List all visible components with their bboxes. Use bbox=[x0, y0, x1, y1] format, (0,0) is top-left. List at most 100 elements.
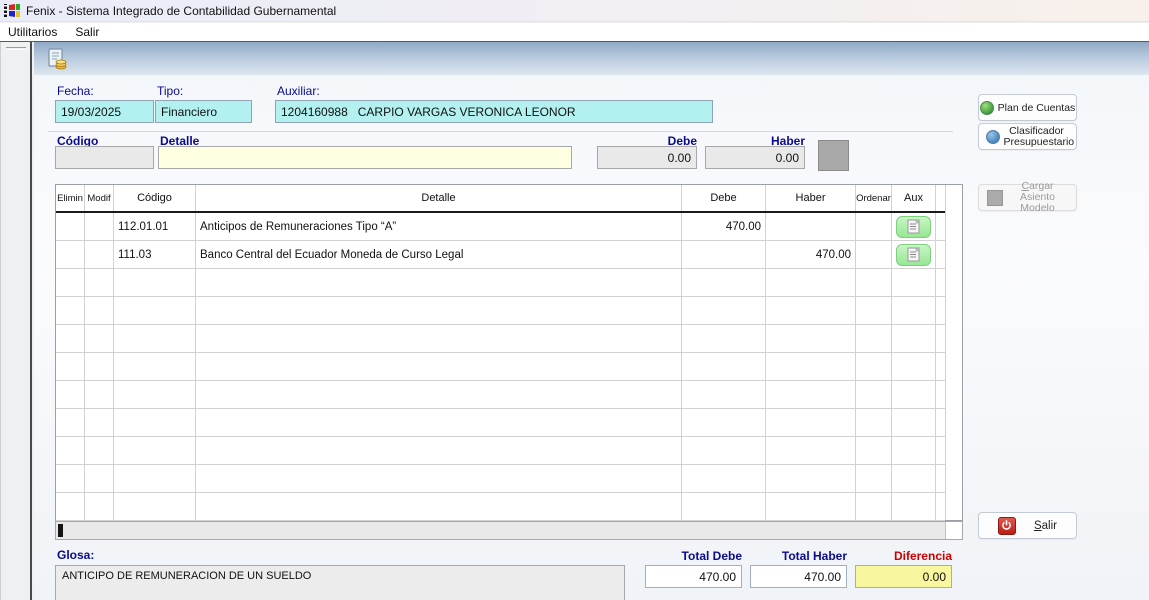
cell-ordenar[interactable] bbox=[856, 241, 892, 268]
clasificador-presupuestario-button[interactable]: Clasificador Presupuestario bbox=[978, 123, 1077, 150]
cell-haber[interactable] bbox=[766, 213, 856, 240]
table-row bbox=[56, 493, 945, 521]
cell-ordenar bbox=[856, 437, 892, 464]
cell-modif[interactable] bbox=[85, 213, 114, 240]
haber-input[interactable]: 0.00 bbox=[705, 146, 805, 169]
cell-pad[interactable] bbox=[936, 213, 945, 240]
table-row[interactable]: 112.01.01Anticipos de Remuneraciones Tip… bbox=[56, 213, 945, 241]
cell-detalle bbox=[196, 493, 682, 520]
blue-sphere-icon bbox=[986, 130, 1000, 144]
debe-input[interactable]: 0.00 bbox=[597, 146, 697, 169]
cell-pad[interactable] bbox=[936, 241, 945, 268]
grey-block-icon bbox=[987, 190, 1003, 206]
header-aux[interactable]: Aux bbox=[892, 185, 936, 211]
cell-ordenar bbox=[856, 325, 892, 352]
aux-detail-button[interactable] bbox=[896, 216, 931, 238]
cell-debe[interactable]: 470.00 bbox=[682, 213, 766, 240]
cell-pad bbox=[936, 353, 945, 380]
cell-debe bbox=[682, 409, 766, 436]
table-row[interactable]: 111.03Banco Central del Ecuador Moneda d… bbox=[56, 241, 945, 269]
cell-debe[interactable] bbox=[682, 241, 766, 268]
cell-elimin[interactable] bbox=[56, 241, 85, 268]
cell-detalle bbox=[196, 409, 682, 436]
menu-salir[interactable]: Salir bbox=[75, 25, 99, 39]
header-elimin[interactable]: Elimin bbox=[56, 185, 85, 211]
cell-modif bbox=[85, 297, 114, 324]
cell-aux[interactable] bbox=[892, 213, 936, 240]
app-body: Fecha: 19/03/2025 Tipo: Financiero Auxil… bbox=[0, 41, 1149, 600]
cell-haber bbox=[766, 381, 856, 408]
cell-modif bbox=[85, 493, 114, 520]
cargar-asiento-modelo-button[interactable]: Cargar Asiento Modelo bbox=[978, 184, 1077, 211]
header-detalle[interactable]: Detalle bbox=[196, 185, 682, 211]
app-logo-icon bbox=[4, 3, 21, 18]
cell-haber bbox=[766, 465, 856, 492]
cell-elimin bbox=[56, 325, 85, 352]
cell-haber[interactable]: 470.00 bbox=[766, 241, 856, 268]
cell-elimin bbox=[56, 465, 85, 492]
horizontal-scrollbar-thumb[interactable] bbox=[58, 524, 63, 537]
detalle-input[interactable] bbox=[158, 146, 572, 169]
table-row bbox=[56, 269, 945, 297]
cell-modif bbox=[85, 269, 114, 296]
cell-haber bbox=[766, 493, 856, 520]
cell-elimin bbox=[56, 297, 85, 324]
header-haber[interactable]: Haber bbox=[766, 185, 856, 211]
add-entry-button[interactable] bbox=[818, 140, 849, 171]
cell-modif bbox=[85, 465, 114, 492]
form-separator bbox=[48, 131, 953, 132]
fecha-field[interactable]: 19/03/2025 bbox=[55, 100, 154, 123]
cell-elimin[interactable] bbox=[56, 213, 85, 240]
horizontal-scrollbar[interactable] bbox=[55, 521, 963, 540]
cargar-asiento-label: Cargar Asiento Modelo bbox=[1007, 181, 1069, 214]
splitter-grip[interactable] bbox=[6, 47, 26, 50]
cell-pad bbox=[936, 493, 945, 520]
cell-elimin bbox=[56, 409, 85, 436]
tipo-field[interactable]: Financiero bbox=[155, 100, 252, 123]
cell-pad bbox=[936, 409, 945, 436]
header-ordenar[interactable]: Ordenar bbox=[856, 185, 892, 211]
cell-debe bbox=[682, 325, 766, 352]
glosa-textarea[interactable]: ANTICIPO DE REMUNERACION DE UN SUELDO bbox=[55, 565, 625, 600]
header-debe[interactable]: Debe bbox=[682, 185, 766, 211]
header-codigo[interactable]: Código bbox=[114, 185, 196, 211]
cell-ordenar bbox=[856, 297, 892, 324]
cell-detalle[interactable]: Banco Central del Ecuador Moneda de Curs… bbox=[196, 241, 682, 268]
cell-ordenar[interactable] bbox=[856, 213, 892, 240]
new-voucher-icon[interactable] bbox=[46, 48, 68, 70]
salir-button[interactable]: Salir bbox=[978, 512, 1077, 539]
cell-codigo bbox=[114, 269, 196, 296]
cell-aux bbox=[892, 437, 936, 464]
scrollbar-corner bbox=[945, 522, 962, 539]
cell-codigo[interactable]: 112.01.01 bbox=[114, 213, 196, 240]
cell-haber bbox=[766, 297, 856, 324]
vertical-scrollbar[interactable] bbox=[945, 185, 962, 520]
cell-aux[interactable] bbox=[892, 241, 936, 268]
cell-debe bbox=[682, 297, 766, 324]
cell-codigo[interactable]: 111.03 bbox=[114, 241, 196, 268]
cell-detalle[interactable]: Anticipos de Remuneraciones Tipo “A” bbox=[196, 213, 682, 240]
cell-modif[interactable] bbox=[85, 241, 114, 268]
left-splitter-panel[interactable] bbox=[0, 42, 32, 600]
cell-detalle bbox=[196, 437, 682, 464]
header-modif[interactable]: Modif bbox=[85, 185, 114, 211]
green-sphere-icon bbox=[980, 101, 994, 115]
cell-aux bbox=[892, 325, 936, 352]
cell-haber bbox=[766, 409, 856, 436]
codigo-input[interactable] bbox=[55, 146, 154, 169]
cell-modif bbox=[85, 381, 114, 408]
menu-utilitarios[interactable]: Utilitarios bbox=[8, 25, 57, 39]
cell-detalle bbox=[196, 325, 682, 352]
tipo-label: Tipo: bbox=[157, 84, 183, 98]
cell-codigo bbox=[114, 353, 196, 380]
table-row bbox=[56, 465, 945, 493]
cell-detalle bbox=[196, 381, 682, 408]
cell-modif bbox=[85, 325, 114, 352]
table-row bbox=[56, 409, 945, 437]
cell-modif bbox=[85, 409, 114, 436]
cell-ordenar bbox=[856, 381, 892, 408]
cell-elimin bbox=[56, 437, 85, 464]
plan-de-cuentas-button[interactable]: Plan de Cuentas bbox=[978, 94, 1077, 121]
aux-detail-button[interactable] bbox=[896, 244, 931, 266]
auxiliar-field[interactable]: 1204160988 CARPIO VARGAS VERONICA LEONOR bbox=[275, 100, 713, 123]
